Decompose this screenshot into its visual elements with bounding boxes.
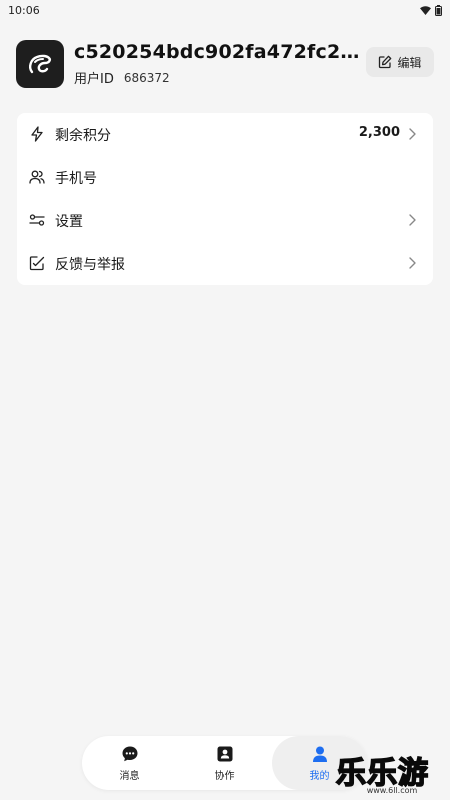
- wifi-icon: [420, 5, 431, 15]
- watermark-url: www.6ll.com: [366, 786, 418, 795]
- nav-item-collab[interactable]: 协作: [177, 736, 272, 790]
- points-value: 2,300: [358, 125, 400, 140]
- menu-item-phone[interactable]: 手机号: [17, 156, 433, 199]
- chevron-right-icon: [409, 257, 416, 269]
- nav-label: 我的: [309, 770, 330, 782]
- edit-button[interactable]: 编辑: [366, 47, 434, 77]
- bottom-nav: 消息 协作 我的: [82, 736, 367, 790]
- users-icon: [29, 169, 45, 185]
- status-bar: 10:06: [0, 0, 450, 20]
- menu-item-label: 剩余积分: [55, 128, 111, 144]
- menu-card: 剩余积分 2,300 手机号 设置 反馈与举报: [17, 113, 433, 285]
- menu-item-label: 手机号: [55, 171, 97, 187]
- chevron-right-icon: [409, 128, 416, 140]
- menu-item-label: 反馈与举报: [55, 257, 125, 273]
- sliders-icon: [29, 212, 45, 228]
- nav-item-messages[interactable]: 消息: [82, 736, 177, 790]
- person-icon: [312, 746, 327, 762]
- menu-item-feedback[interactable]: 反馈与举报: [17, 242, 433, 285]
- edit-button-label: 编辑: [397, 55, 422, 70]
- contact-card-icon: [217, 746, 232, 761]
- lightning-icon: [29, 126, 45, 142]
- user-id-row: 用户ID 686372: [74, 68, 170, 88]
- edit-icon: [379, 55, 392, 69]
- status-icons: [420, 4, 442, 16]
- username: c520254bdc902fa472fc226…: [74, 41, 366, 63]
- profile-header: c520254bdc902fa472fc226… 用户ID 686372 编辑: [16, 40, 434, 88]
- chevron-right-icon: [409, 214, 416, 226]
- nav-label: 消息: [119, 770, 140, 782]
- user-id-label: 用户ID: [74, 72, 114, 87]
- user-id-value: 686372: [123, 70, 170, 85]
- status-time: 10:06: [8, 3, 40, 17]
- nav-label: 协作: [214, 770, 235, 782]
- menu-item-points[interactable]: 剩余积分 2,300: [17, 113, 433, 156]
- feedback-edit-icon: [29, 255, 45, 271]
- menu-item-label: 设置: [55, 214, 83, 230]
- avatar[interactable]: [16, 40, 64, 88]
- battery-icon: [435, 4, 442, 16]
- menu-item-settings[interactable]: 设置: [17, 199, 433, 242]
- watermark-logo: 乐乐游戏 www.6ll.com: [332, 748, 450, 800]
- chat-bubble-icon: [122, 746, 137, 761]
- app-logo-icon: [29, 54, 51, 74]
